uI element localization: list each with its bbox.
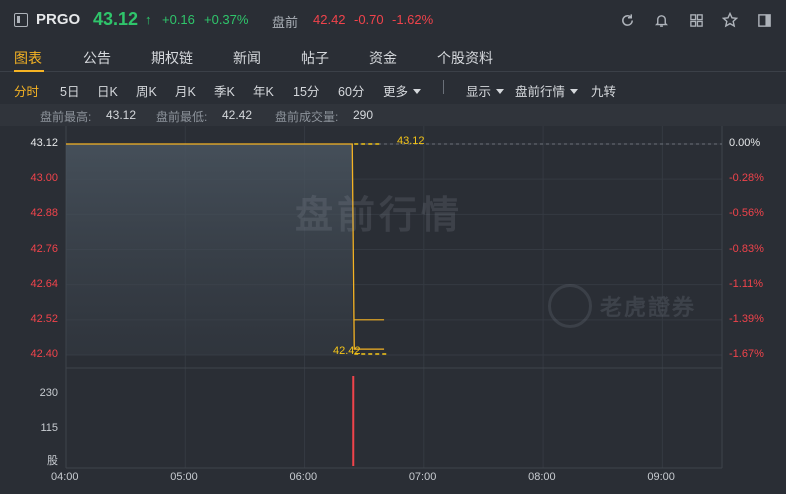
pct-axis-label: 0.00% — [729, 137, 761, 149]
time-axis-label: 09:00 — [647, 471, 675, 483]
chart-toolbar: 分时 5日 日K 周K 月K 季K 年K 15分 60分 更多 显示 盘前行情 … — [0, 73, 786, 103]
session-watermark: 盘前行情 — [295, 195, 464, 237]
volume-axis-label: 230 — [39, 387, 58, 399]
grid-icon[interactable] — [687, 11, 705, 29]
premarket-label: 盘前 — [272, 15, 299, 30]
period-60min[interactable]: 60分 — [338, 81, 364, 100]
price-axis-label: 42.40 — [30, 348, 58, 360]
tab-news[interactable]: 新闻 — [233, 48, 261, 68]
session-label: 盘前行情 — [515, 85, 566, 99]
period-15min[interactable]: 15分 — [293, 81, 319, 100]
price-area-fill — [66, 144, 353, 355]
panel-icon[interactable] — [755, 11, 773, 29]
tab-chart[interactable]: 图表 — [14, 48, 42, 68]
premarket-price: 42.42 — [313, 12, 346, 27]
premarket-volume-value: 290 — [353, 108, 374, 122]
pct-axis-label: -1.67% — [729, 348, 764, 360]
session-dropdown[interactable]: 盘前行情 — [515, 81, 579, 100]
display-dropdown[interactable]: 显示 — [466, 81, 505, 100]
time-axis-label: 08:00 — [528, 471, 556, 483]
volume-bar — [352, 376, 355, 466]
tiger-logo-watermark-icon — [548, 284, 592, 328]
period-monthly[interactable]: 月K — [175, 81, 196, 100]
nine-turn-toggle[interactable]: 九转 — [591, 81, 616, 100]
ticker-symbol: PRGO — [36, 11, 81, 28]
price-axis-label: 43.00 — [30, 172, 58, 185]
tab-posts[interactable]: 帖子 — [301, 48, 329, 68]
price-axis-label: 42.64 — [30, 277, 58, 290]
price-axis-label: 42.88 — [30, 207, 58, 220]
tab-company-profile[interactable]: 个股资料 — [437, 48, 493, 68]
premarket-change-pct: -1.62% — [392, 12, 434, 27]
time-axis-label: 07:00 — [408, 471, 437, 483]
price-axis-label: 43.12 — [30, 137, 58, 149]
pct-axis-label: -0.56% — [729, 207, 764, 220]
period-quarterly[interactable]: 季K — [214, 81, 235, 100]
volume-axis-label: 115 — [40, 422, 58, 434]
time-axis-label: 05:00 — [170, 471, 198, 483]
up-arrow-icon: ↑ — [145, 12, 152, 27]
active-tab-indicator — [14, 70, 44, 72]
period-yearly[interactable]: 年K — [253, 81, 274, 100]
chevron-down-icon — [413, 89, 422, 94]
last-price: 43.12 — [93, 9, 139, 29]
premarket-low-label: 盘前最低: — [156, 110, 208, 124]
premarket-high-value: 43.12 — [106, 108, 137, 122]
tab-announcements[interactable]: 公告 — [83, 48, 111, 68]
chevron-down-icon — [496, 89, 505, 94]
tab-capital-flow[interactable]: 资金 — [369, 48, 397, 68]
price-axis-label: 42.76 — [30, 242, 58, 255]
price-axis-label: 42.52 — [30, 312, 58, 325]
main-tabs: 图表 公告 期权链 新闻 帖子 资金 个股资料 — [0, 40, 786, 72]
brand-watermark: 老虎證券 — [600, 295, 697, 320]
premarket-low-value: 42.42 — [222, 108, 253, 122]
premarket-stats-bar: 盘前最高: 43.12 盘前最低: 42.42 盘前成交量: 290 — [0, 104, 786, 126]
tab-options-chain[interactable]: 期权链 — [151, 48, 193, 68]
bell-icon[interactable] — [652, 11, 670, 29]
time-axis-label: 06:00 — [289, 471, 318, 483]
pct-axis-label: -0.28% — [729, 172, 764, 185]
chevron-down-icon — [570, 89, 579, 94]
display-label: 显示 — [466, 85, 492, 99]
price-change-pct: +0.37% — [204, 12, 249, 27]
toolbar-divider — [443, 80, 444, 94]
price-change: +0.16 — [162, 12, 195, 27]
star-icon[interactable] — [721, 11, 739, 29]
premarket-high-label: 盘前最高: — [40, 110, 92, 124]
period-weekly[interactable]: 周K — [136, 81, 157, 100]
high-price-callout: 43.12 — [397, 135, 425, 147]
sidebar-toggle-icon[interactable] — [14, 13, 28, 27]
refresh-icon[interactable] — [618, 11, 636, 29]
pct-axis-label: -0.83% — [729, 242, 764, 255]
pct-axis-label: -1.39% — [729, 312, 764, 325]
period-intraday[interactable]: 分时 — [14, 81, 39, 100]
intraday-chart[interactable]: 盘前行情 老虎證券 43.12 43.00 42.88 42.76 42.64 42.52… — [0, 126, 786, 494]
more-periods-dropdown[interactable]: 更多 — [383, 81, 422, 100]
period-daily[interactable]: 日K — [97, 81, 118, 100]
premarket-volume-label: 盘前成交量: — [275, 110, 339, 124]
pct-axis-label: -1.11% — [729, 277, 764, 290]
more-label: 更多 — [383, 85, 409, 99]
low-price-callout: 42.42 — [333, 345, 361, 357]
premarket-change: -0.70 — [354, 12, 384, 27]
volume-axis-label: 股 — [47, 455, 58, 467]
quote-header: PRGO 43.12 ↑ +0.16 +0.37% 盘前 42.42 -0.70… — [0, 0, 786, 40]
time-axis-label: 04:00 — [51, 471, 79, 483]
period-5day[interactable]: 5日 — [60, 81, 79, 100]
